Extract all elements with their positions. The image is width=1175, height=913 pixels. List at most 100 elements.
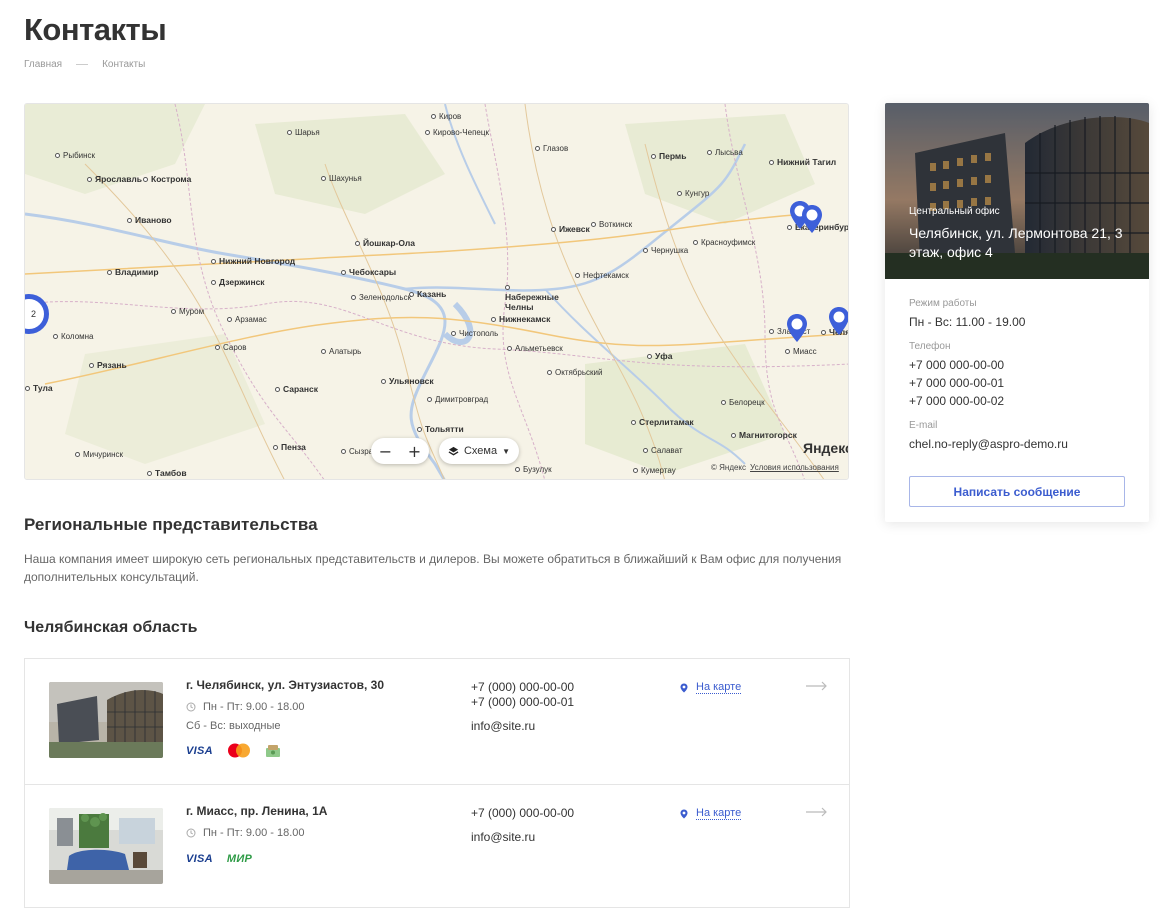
map-city-label: Кострома — [143, 174, 191, 184]
map-city-label: Тула — [25, 383, 53, 393]
map-city-label: Октябрьский — [547, 368, 602, 377]
email-link[interactable]: info@site.ru — [471, 719, 535, 733]
office-list-item[interactable]: г. Челябинск, ул. Энтузиастов, 30 Пн - П… — [24, 658, 850, 785]
hours-label: Режим работы — [909, 298, 977, 309]
email-link[interactable]: info@site.ru — [471, 830, 535, 844]
map-marker-icon — [680, 809, 688, 818]
map-city-label: Чистополь — [451, 329, 498, 338]
clock-icon — [186, 702, 196, 712]
phone-link[interactable]: +7 000 000-00-02 — [909, 392, 1125, 410]
map-city-label: Киров — [431, 112, 461, 121]
phone-link[interactable]: +7 (000) 000-00-00 — [471, 806, 574, 821]
office-thumbnail[interactable] — [49, 808, 163, 884]
zoom-out-button[interactable]: − — [371, 438, 400, 464]
map-city-label: Нефтекамск — [575, 271, 629, 280]
payment-methods: VISA — [186, 743, 281, 758]
phone-link[interactable]: +7 (000) 000-00-00 — [471, 680, 574, 695]
map-city-label: Воткинск — [591, 220, 632, 229]
map-city-label: Мичуринск — [75, 450, 123, 459]
layers-icon — [448, 446, 459, 456]
email-link[interactable]: chel.no-reply@aspro-demo.ru — [909, 435, 1125, 453]
breadcrumb-current: Контакты — [102, 59, 146, 70]
map-city-label: Бузулук — [515, 465, 552, 474]
breadcrumb-home[interactable]: Главная — [24, 59, 62, 70]
map-city-label: Зеленодольск — [351, 293, 411, 302]
show-on-map-link[interactable]: На карте — [680, 807, 742, 820]
map-city-label: Кумертау — [633, 466, 676, 475]
office-address: г. Миасс, пр. Ленина, 1А — [186, 804, 328, 818]
map-city-label: Арзамас — [227, 315, 267, 324]
office-hours: Пн - Пт: 9.00 - 18.00 — [186, 701, 305, 713]
map-city-label: Ижевск — [551, 224, 590, 234]
map-city-label: Йошкар-Ола — [355, 238, 415, 248]
yandex-logo: Яндекс — [803, 440, 848, 456]
map-city-label: Дзержинск — [211, 277, 265, 287]
visa-icon: VISA — [186, 853, 213, 865]
office-hours: Пн - Пт: 9.00 - 18.00 — [186, 827, 305, 839]
map-city-label: Кунгур — [677, 189, 709, 198]
phone-link[interactable]: +7 000 000-00-01 — [909, 374, 1125, 392]
map-city-label: Саров — [215, 343, 246, 352]
map-city-label: Миасс — [785, 347, 817, 356]
map-city-label: Иваново — [127, 215, 172, 225]
breadcrumb: Главная Контакты — [24, 59, 145, 70]
map-city-label: Тамбов — [147, 468, 187, 478]
map-city-label: Набережные Челны — [505, 282, 565, 312]
office-list-item[interactable]: г. Миасс, пр. Ленина, 1А Пн - Пт: 9.00 -… — [24, 784, 850, 908]
mastercard-icon — [227, 743, 250, 758]
arrow-right-icon[interactable] — [806, 807, 828, 817]
office-hours-text: Пн - Пт: 9.00 - 18.00 — [203, 827, 305, 839]
office-thumbnail-image — [49, 808, 163, 884]
office-hours-extra: Сб - Вс: выходные — [186, 720, 281, 732]
payment-methods: VISA МИР — [186, 853, 252, 865]
map-copyright-text: © Яндекс — [711, 463, 747, 472]
map-city-label: Нижнекамск — [491, 314, 550, 324]
map-city-label: Тольятти — [417, 424, 464, 434]
map-pin-icon[interactable] — [828, 306, 849, 336]
central-office-card: Центральный офис Челябинск, ул. Лермонто… — [885, 103, 1149, 522]
map-pin-icon[interactable] — [801, 204, 823, 234]
office-thumbnail[interactable] — [49, 682, 163, 758]
map-layer-button[interactable]: Схема ▼ — [439, 438, 519, 464]
map-city-label: Димитровград — [427, 395, 488, 404]
map-city-label: Нижний Новгород — [211, 256, 295, 266]
clock-icon — [186, 828, 196, 838]
mir-icon: МИР — [226, 853, 253, 865]
map-city-label: Казань — [409, 289, 446, 299]
map-city-label: Ульяновск — [381, 376, 434, 386]
show-on-map-link[interactable]: На карте — [680, 681, 742, 694]
region-title: Челябинская область — [24, 619, 198, 636]
office-phones: +7 (000) 000-00-00 — [471, 806, 574, 821]
map-city-label: Шарья — [287, 128, 320, 137]
map-city-label: Пенза — [273, 442, 306, 452]
arrow-right-icon[interactable] — [806, 681, 828, 691]
page-title: Контакты — [24, 12, 167, 47]
map-city-label: Альметьевск — [507, 344, 563, 353]
yandex-map[interactable]: Киров Кирово-Чепецк Шарья Рыбинск Яросла… — [24, 103, 849, 480]
visa-icon: VISA — [186, 744, 213, 757]
office-thumbnail-image — [49, 682, 163, 758]
map-city-label: Рыбинск — [55, 151, 95, 160]
map-city-label: Алатырь — [321, 347, 361, 356]
phone-link[interactable]: +7 (000) 000-00-01 — [471, 695, 574, 710]
zoom-in-button[interactable]: + — [400, 438, 429, 464]
map-city-label: Стерлитамак — [631, 417, 694, 427]
map-city-label: Саранск — [275, 384, 318, 394]
section-description: Наша компания имеет широкую сеть региона… — [24, 552, 842, 584]
map-city-label: Пермь — [651, 151, 686, 161]
cash-icon — [265, 744, 280, 757]
map-city-label: Ярославль — [87, 174, 142, 184]
map-city-label: Рязань — [89, 360, 127, 370]
map-terms-link[interactable]: Условия использования — [750, 463, 839, 472]
map-city-label: Глазов — [535, 144, 568, 153]
map-city-label: Муром — [171, 307, 204, 316]
map-pin-icon[interactable] — [786, 313, 808, 343]
phone-link[interactable]: +7 000 000-00-00 — [909, 356, 1125, 374]
map-city-label: Коломна — [53, 332, 94, 341]
map-city-label: Лысьва — [707, 148, 743, 157]
map-city-label: Уфа — [647, 351, 672, 361]
email-label: E-mail — [909, 420, 938, 431]
map-zoom-control: − + — [371, 438, 429, 464]
write-message-button[interactable]: Написать сообщение — [909, 476, 1125, 507]
office-address: Челябинск, ул. Лермонтова 21, 3 этаж, оф… — [909, 225, 1123, 260]
